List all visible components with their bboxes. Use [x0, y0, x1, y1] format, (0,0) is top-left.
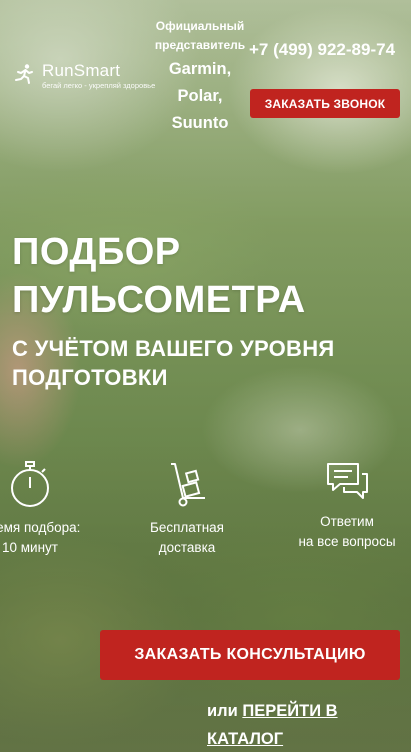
hand-truck-icon: [171, 463, 205, 507]
logo[interactable]: RunSmart бегай легко - укрепляй здоровье: [12, 62, 155, 91]
logo-name: RunSmart: [42, 61, 121, 80]
feature-item: Бесплатная доставка: [127, 460, 247, 558]
phone-number[interactable]: +7 (499) 922-89-74: [249, 36, 399, 63]
catalog-link-line: или ПЕРЕЙТИ В КАТАЛОГ: [207, 697, 377, 753]
runner-icon: [15, 64, 33, 84]
stopwatch-icon: [11, 461, 49, 507]
dealer-info: Официальный представитель Garmin, Polar,…: [150, 17, 250, 137]
dealer-brands: Garmin, Polar, Suunto: [168, 60, 232, 132]
order-consultation-button[interactable]: ЗАКАЗАТЬ КОНСУЛЬТАЦИЮ: [100, 630, 400, 680]
or-label: или: [207, 702, 238, 720]
order-call-button[interactable]: ЗАКАЗАТЬ ЗВОНОК: [250, 89, 400, 118]
feature-text: Время подбора: 10 минут: [0, 520, 81, 555]
logo-tagline: бегай легко - укрепляй здоровье: [42, 81, 156, 90]
dealer-label: Официальный представитель: [154, 19, 246, 52]
feature-item: Ответим на все вопросы: [287, 460, 407, 552]
feature-item: Время подбора: 10 минут: [0, 460, 90, 558]
feature-text: Ответим на все вопросы: [298, 514, 396, 549]
page-title: ПОДБОР ПУЛЬСОМЕТРА: [12, 231, 306, 321]
chat-bubbles-icon: [327, 463, 368, 499]
page-subtitle: С УЧЁТОМ ВАШЕГО УРОВНЯ ПОДГОТОВКИ: [12, 336, 335, 390]
feature-text: Бесплатная доставка: [150, 520, 224, 555]
